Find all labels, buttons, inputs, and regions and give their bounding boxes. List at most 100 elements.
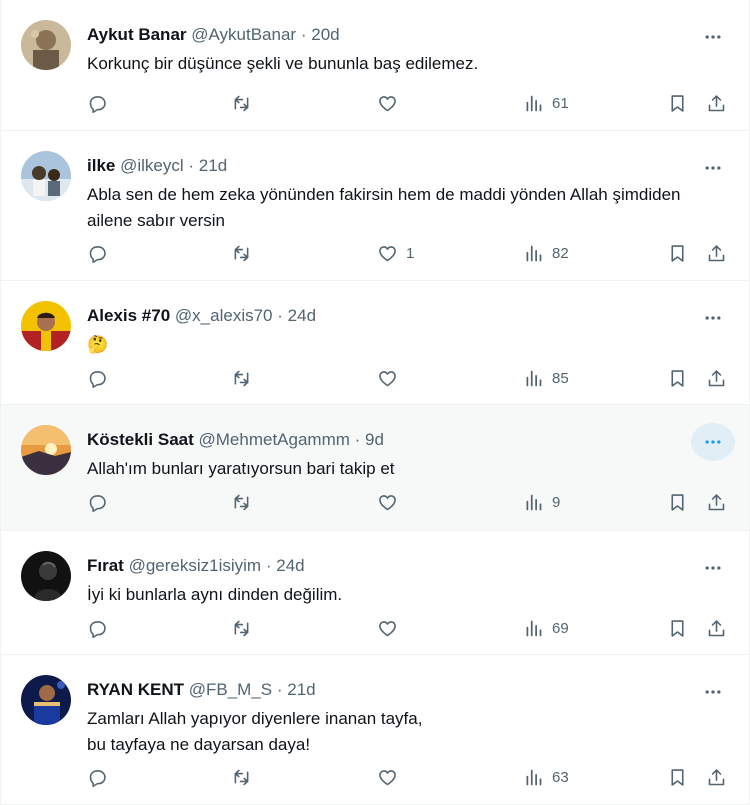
- share-button[interactable]: [706, 613, 727, 643]
- avatar[interactable]: [21, 151, 71, 201]
- avatar[interactable]: [21, 675, 71, 725]
- retweet-icon: [234, 769, 249, 785]
- reply-button[interactable]: [87, 762, 108, 792]
- timestamp[interactable]: 24d: [288, 306, 316, 325]
- share-button[interactable]: [706, 238, 727, 268]
- views-button[interactable]: 9: [523, 487, 560, 517]
- retweet-button[interactable]: [231, 487, 252, 517]
- avatar[interactable]: [21, 301, 71, 351]
- views-icon: [526, 370, 542, 386]
- display-name[interactable]: Fırat: [87, 556, 124, 575]
- view-count: 63: [552, 768, 569, 786]
- retweet-button[interactable]: [231, 613, 252, 643]
- reply-button[interactable]: [87, 238, 108, 268]
- like-button[interactable]: [377, 762, 406, 792]
- user-handle[interactable]: @FB_M_S: [189, 680, 272, 699]
- tweet[interactable]: Aykut Banar @AykutBanar · 20d Korkunç bi…: [1, 0, 749, 131]
- share-icon: [708, 619, 725, 636]
- display-name[interactable]: Köstekli Saat: [87, 430, 194, 449]
- user-handle[interactable]: @MehmetAgammm: [199, 430, 350, 449]
- avatar[interactable]: [21, 551, 71, 601]
- views-icon: [526, 494, 542, 510]
- timestamp[interactable]: 21d: [287, 680, 315, 699]
- share-button[interactable]: [706, 363, 727, 393]
- like-button[interactable]: [377, 88, 406, 118]
- reply-button[interactable]: [87, 88, 108, 118]
- avatar[interactable]: [21, 425, 71, 475]
- bookmark-button[interactable]: [667, 487, 688, 517]
- timestamp[interactable]: 24d: [276, 556, 304, 575]
- like-icon: [379, 370, 396, 386]
- tweet[interactable]: Alexis #70 @x_alexis70 · 24d 🤔 85: [1, 281, 749, 405]
- views-button[interactable]: 69: [523, 613, 569, 643]
- tweet-text: Korkunç bir düşünce şekli ve bununla baş…: [87, 54, 479, 73]
- bookmark-icon: [671, 94, 684, 112]
- view-count: 85: [552, 369, 569, 387]
- tweet[interactable]: ilke @ilkeycl · 21d Abla sen de hem zeka…: [1, 131, 749, 281]
- separator: ·: [276, 680, 283, 699]
- like-icon: [379, 769, 396, 785]
- more-icon: [705, 440, 721, 444]
- avatar[interactable]: [21, 20, 71, 70]
- separator: ·: [188, 156, 195, 175]
- user-handle[interactable]: @gereksiz1isiyim: [129, 556, 262, 575]
- bookmark-button[interactable]: [667, 613, 688, 643]
- retweet-button[interactable]: [231, 363, 252, 393]
- like-button[interactable]: [377, 487, 406, 517]
- like-icon: [379, 95, 396, 111]
- user-handle[interactable]: @x_alexis70: [175, 306, 273, 325]
- tweet[interactable]: Köstekli Saat @MehmetAgammm · 9d Allah'ı…: [1, 405, 749, 531]
- bookmark-icon: [671, 369, 684, 387]
- bookmark-button[interactable]: [667, 363, 688, 393]
- reply-button[interactable]: [87, 487, 108, 517]
- retweet-button[interactable]: [231, 238, 252, 268]
- timestamp[interactable]: 9d: [365, 430, 384, 449]
- display-name[interactable]: ilke: [87, 156, 115, 175]
- separator: ·: [300, 25, 307, 44]
- like-count: 1: [406, 244, 415, 262]
- reply-icon: [89, 370, 106, 388]
- like-button[interactable]: 1: [377, 238, 414, 268]
- reply-feed: Aykut Banar @AykutBanar · 20d Korkunç bi…: [0, 0, 750, 805]
- like-button[interactable]: [377, 363, 406, 393]
- timestamp[interactable]: 21d: [199, 156, 227, 175]
- reply-icon: [89, 769, 106, 787]
- views-button[interactable]: 85: [523, 363, 569, 393]
- display-name[interactable]: RYAN KENT: [87, 680, 184, 699]
- reply-button[interactable]: [87, 613, 108, 643]
- bookmark-button[interactable]: [667, 762, 688, 792]
- display-name[interactable]: Aykut Banar: [87, 25, 187, 44]
- share-button[interactable]: [706, 88, 727, 118]
- reply-button[interactable]: [87, 363, 108, 393]
- share-icon: [708, 369, 725, 386]
- share-icon: [708, 768, 725, 785]
- views-icon: [526, 245, 542, 261]
- views-button[interactable]: 61: [523, 88, 569, 118]
- share-icon: [708, 493, 725, 510]
- tweet[interactable]: Fırat @gereksiz1isiyim · 24d İyi ki bunl…: [1, 531, 749, 655]
- tweet-text: İyi ki bunlarla aynı dinden değilim.: [87, 585, 343, 604]
- bookmark-button[interactable]: [667, 88, 688, 118]
- views-button[interactable]: 82: [523, 238, 569, 268]
- share-icon: [708, 94, 725, 111]
- bookmark-button[interactable]: [667, 238, 688, 268]
- retweet-button[interactable]: [231, 88, 252, 118]
- tweet[interactable]: RYAN KENT @FB_M_S · 21d Zamları Allah ya…: [1, 655, 749, 805]
- share-button[interactable]: [706, 762, 727, 792]
- views-button[interactable]: 63: [523, 762, 569, 792]
- user-handle[interactable]: @AykutBanar: [191, 25, 296, 44]
- share-button[interactable]: [706, 487, 727, 517]
- like-button[interactable]: [377, 613, 406, 643]
- view-count: 82: [552, 244, 569, 262]
- separator: ·: [277, 306, 283, 325]
- view-count: 9: [552, 493, 561, 511]
- display-name[interactable]: Alexis #70: [87, 306, 170, 325]
- user-handle[interactable]: @ilkeycl: [120, 156, 184, 175]
- timestamp[interactable]: 20d: [311, 25, 339, 44]
- views-icon: [526, 95, 542, 111]
- retweet-button[interactable]: [231, 762, 252, 792]
- tweet-text: 🤔: [87, 335, 109, 354]
- like-icon: [379, 245, 396, 261]
- view-count: 69: [552, 619, 569, 637]
- tweet-header: Köstekli Saat @MehmetAgammm · 9d: [87, 429, 689, 451]
